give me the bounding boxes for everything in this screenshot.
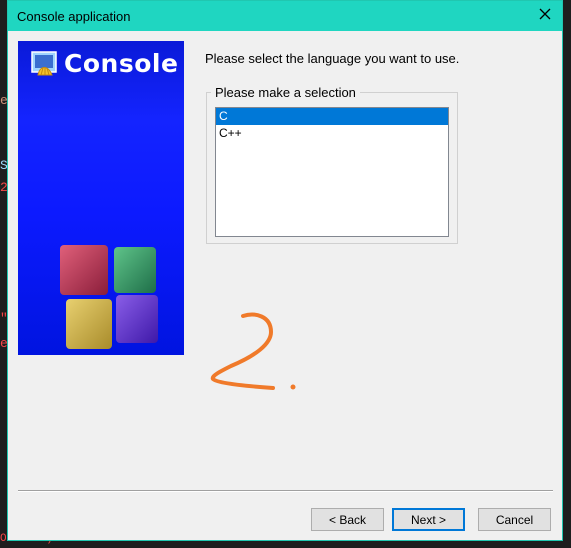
language-option-c[interactable]: C [216, 108, 448, 125]
handwritten-annotation [210, 312, 296, 390]
selection-group-label: Please make a selection [211, 85, 360, 100]
language-listbox[interactable]: C C++ [215, 107, 449, 237]
window-title: Console application [17, 9, 131, 24]
wizard-banner: Console [18, 41, 184, 355]
footer-separator [18, 490, 553, 492]
console-application-dialog: Console application Console Please selec [7, 0, 563, 541]
colored-cubes-graphic [60, 245, 158, 349]
back-button[interactable]: < Back [311, 508, 384, 531]
close-icon[interactable] [537, 6, 553, 22]
language-option-cpp[interactable]: C++ [216, 125, 448, 142]
console-logo-icon [31, 51, 57, 76]
next-button[interactable]: Next > [392, 508, 465, 531]
language-prompt: Please select the language you want to u… [205, 51, 460, 66]
banner-title: Console [64, 49, 179, 78]
title-bar[interactable]: Console application [8, 1, 562, 31]
cancel-button[interactable]: Cancel [478, 508, 551, 531]
